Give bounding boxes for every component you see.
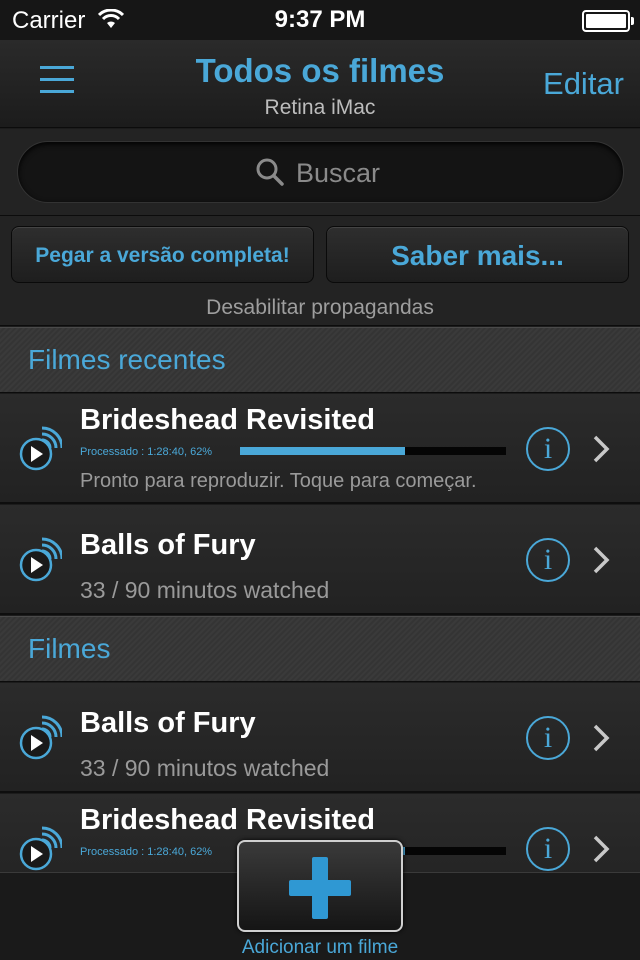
movie-row[interactable]: Brideshead Revisited Processado : 1:28:4… (0, 394, 640, 504)
search-bar: Buscar (0, 129, 640, 216)
movie-title: Brideshead Revisited (80, 804, 375, 836)
movie-status: 33 / 90 minutos watched (80, 755, 330, 781)
info-icon[interactable]: i (526, 827, 570, 871)
movie-status: 33 / 90 minutos watched (80, 577, 330, 603)
navigation-bar: Todos os filmes Retina iMac Editar (0, 40, 640, 128)
add-movie-button[interactable] (237, 840, 403, 932)
movie-row[interactable]: Balls of Fury 33 / 90 minutos watched i (0, 505, 640, 615)
processed-label: Processado : 1:28:40, 62% (80, 846, 213, 858)
play-stream-icon[interactable] (18, 824, 62, 872)
processed-label: Processado : 1:28:40, 62% (80, 446, 213, 458)
search-input[interactable]: Buscar (17, 141, 624, 203)
chevron-right-icon (593, 546, 610, 574)
movie-title: Balls of Fury (80, 707, 256, 739)
play-stream-icon[interactable] (18, 424, 62, 472)
add-movie-label[interactable]: Adicionar um filme (0, 937, 640, 959)
play-stream-icon[interactable] (18, 713, 62, 761)
chevron-right-icon (593, 435, 610, 463)
info-icon[interactable]: i (526, 716, 570, 760)
ads-bar: Pegar a versão completa! Saber mais... D… (0, 216, 640, 326)
edit-button[interactable]: Editar (543, 66, 624, 102)
info-icon[interactable]: i (526, 427, 570, 471)
learn-more-button[interactable]: Saber mais... (326, 226, 629, 283)
battery-icon (582, 10, 634, 32)
section-header-recent: Filmes recentes (0, 327, 640, 393)
movie-title: Balls of Fury (80, 529, 256, 561)
play-stream-icon[interactable] (18, 535, 62, 583)
movie-row[interactable]: Balls of Fury 33 / 90 minutos watched i (0, 683, 640, 793)
clock: 9:37 PM (274, 6, 366, 33)
progress-fill (240, 447, 405, 455)
section-label: Filmes (28, 633, 111, 664)
info-icon[interactable]: i (526, 538, 570, 582)
full-version-button[interactable]: Pegar a versão completa! (11, 226, 314, 283)
disable-ads-link[interactable]: Desabilitar propagandas (0, 296, 640, 320)
chevron-right-icon (593, 835, 610, 863)
search-placeholder: Buscar (296, 158, 381, 188)
progress-bar (240, 447, 506, 455)
movie-title: Brideshead Revisited (80, 404, 375, 436)
plus-icon (289, 857, 351, 919)
section-label: Filmes recentes (28, 344, 226, 375)
status-bar: Carrier 9:37 PM (0, 0, 640, 40)
chevron-right-icon (593, 724, 610, 752)
section-header-movies: Filmes (0, 616, 640, 682)
movie-status: Pronto para reproduzir. Toque para começ… (80, 470, 477, 492)
search-icon (256, 158, 284, 186)
